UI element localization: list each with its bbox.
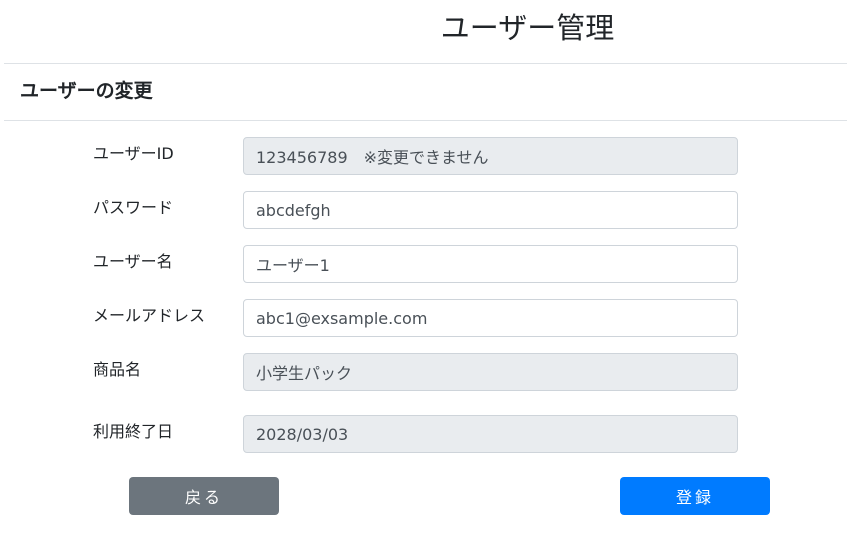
email-label: メールアドレス (93, 306, 206, 325)
user-id-field[interactable] (243, 137, 738, 175)
end-date-label: 利用終了日 (93, 422, 174, 441)
page-title: ユーザー管理 (440, 11, 615, 45)
user-name-row: ユーザー名 (0, 245, 847, 285)
password-label: パスワード (93, 198, 174, 217)
back-button[interactable]: 戻る (129, 477, 279, 515)
product-name-field[interactable] (243, 353, 738, 391)
user-id-row: ユーザーID (0, 137, 847, 177)
password-field[interactable] (243, 191, 738, 229)
user-name-label: ユーザー名 (93, 252, 173, 271)
register-button[interactable]: 登録 (620, 477, 770, 515)
section-title: ユーザーの変更 (20, 80, 153, 102)
password-row: パスワード (0, 191, 847, 231)
user-id-label: ユーザーID (93, 144, 174, 163)
product-name-label: 商品名 (93, 360, 142, 379)
email-field[interactable] (243, 299, 738, 337)
section-divider (4, 120, 847, 121)
email-row: メールアドレス (0, 299, 847, 339)
header-divider (4, 63, 847, 64)
end-date-row: 利用終了日 (0, 415, 847, 455)
end-date-field[interactable] (243, 415, 738, 453)
user-name-field[interactable] (243, 245, 738, 283)
product-name-row: 商品名 (0, 353, 847, 393)
